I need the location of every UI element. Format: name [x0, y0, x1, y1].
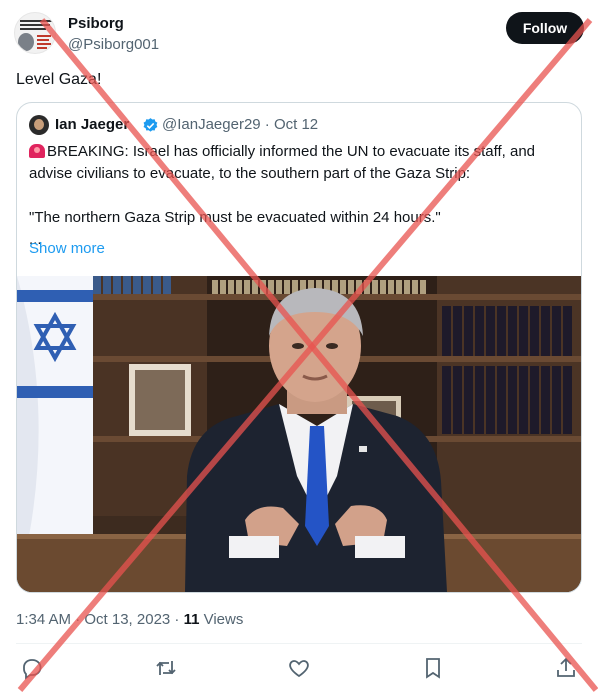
tweet-text: Level Gaza!	[16, 71, 102, 88]
show-more-link[interactable]: Show more	[29, 240, 105, 257]
author-name[interactable]: Psiborg	[68, 15, 124, 32]
bookmark-icon[interactable]	[421, 656, 445, 680]
siren-icon	[29, 144, 45, 158]
quote-media-image[interactable]	[17, 276, 581, 592]
views-label: Views	[199, 611, 244, 628]
author-avatar[interactable]	[14, 12, 56, 54]
post-header: Psiborg @Psiborg001 Follow	[14, 12, 584, 62]
verified-badge-icon	[143, 118, 158, 132]
follow-button[interactable]: Follow	[506, 12, 584, 44]
quote-avatar[interactable]	[29, 115, 49, 135]
quote-ellipsis: ...	[29, 231, 42, 248]
reply-icon[interactable]	[20, 656, 44, 680]
divider	[16, 643, 582, 644]
action-bar	[16, 656, 582, 682]
like-icon[interactable]	[287, 656, 311, 680]
views-count: 11	[183, 611, 200, 628]
post-meta: 1:34 AM · Oct 13, 2023 · 11 Views	[16, 611, 243, 628]
author-handle[interactable]: @Psiborg001	[68, 36, 159, 53]
quote-header: Ian Jaeger @IanJaeger29 · Oct 12	[29, 115, 569, 137]
media-photo	[17, 276, 581, 592]
share-icon[interactable]	[554, 656, 578, 680]
quoted-tweet[interactable]: Ian Jaeger @IanJaeger29 · Oct 12 BREAKIN…	[16, 102, 582, 593]
quote-body: BREAKING: Israel has officially informed…	[29, 141, 569, 251]
quote-handle-date[interactable]: @IanJaeger29 · Oct 12	[162, 116, 318, 133]
repost-icon[interactable]	[154, 656, 178, 680]
quote-author-name[interactable]: Ian Jaeger	[55, 116, 129, 133]
quote-line-1: BREAKING: Israel has officially informed…	[29, 143, 536, 182]
quote-line-2: "The northern Gaza Strip must be evacuat…	[29, 209, 441, 226]
post-timestamp[interactable]: 1:34 AM · Oct 13, 2023 ·	[16, 611, 184, 628]
